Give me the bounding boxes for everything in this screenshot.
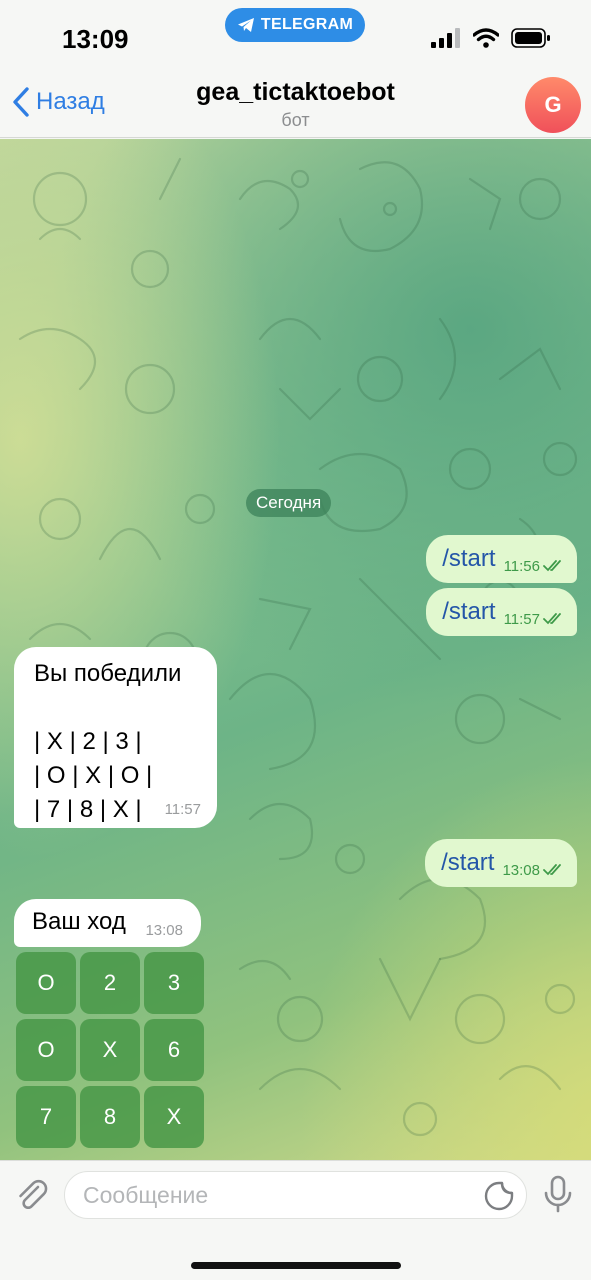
status-time: 13:09 <box>62 24 129 54</box>
message-time: 11:57 <box>164 801 201 818</box>
keyboard-button-2[interactable]: 2 <box>80 952 140 1014</box>
telegram-pill[interactable]: TELEGRAM <box>225 8 365 42</box>
chevron-left-icon <box>13 87 29 117</box>
message-meta: 11:57 <box>504 611 565 628</box>
chat-header: gea_tictaktoebot бот Назад G <box>0 70 591 138</box>
chat-area[interactable]: Сегодня /start 11:56 /start 11:57 Вы поб… <box>0 139 591 1160</box>
keyboard-button-8[interactable]: 8 <box>80 1086 140 1148</box>
message-time: 11:57 <box>503 610 540 628</box>
wifi-icon <box>473 28 499 48</box>
outgoing-message[interactable]: /start 11:56 <box>426 535 577 583</box>
message-meta: 13:08 <box>502 862 565 879</box>
outgoing-message[interactable]: /start 11:57 <box>426 588 577 636</box>
message-time: 11:56 <box>503 557 540 575</box>
double-check-icon <box>543 560 561 572</box>
telegram-icon <box>237 18 254 32</box>
microphone-icon <box>544 1175 572 1213</box>
message-time: 13:08 <box>502 861 540 879</box>
message-text[interactable]: /start <box>442 598 495 626</box>
inline-keyboard: O 2 3 O X 6 7 8 X <box>16 952 204 1148</box>
sticker-button[interactable] <box>484 1181 514 1216</box>
telegram-pill-label: TELEGRAM <box>260 16 354 33</box>
keyboard-button-1[interactable]: O <box>16 952 76 1014</box>
outgoing-message[interactable]: /start 13:08 <box>425 839 577 887</box>
back-button[interactable]: Назад <box>12 86 105 118</box>
back-button-label: Назад <box>36 88 105 115</box>
battery-icon <box>511 28 550 48</box>
avatar[interactable]: G <box>525 77 581 133</box>
paperclip-icon <box>19 1179 48 1210</box>
incoming-message[interactable]: Вы победили | X | 2 | 3 | | O | X | O | … <box>14 647 217 828</box>
system-icons <box>431 28 551 48</box>
message-input[interactable] <box>64 1171 527 1219</box>
keyboard-button-9[interactable]: X <box>144 1086 204 1148</box>
voice-button[interactable] <box>542 1175 574 1220</box>
keyboard-button-3[interactable]: 3 <box>144 952 204 1014</box>
home-indicator[interactable] <box>191 1262 401 1269</box>
message-time: 13:08 <box>145 922 183 939</box>
message-meta: 11:56 <box>504 558 565 575</box>
double-check-icon <box>543 864 561 876</box>
keyboard-button-4[interactable]: O <box>16 1019 76 1081</box>
keyboard-button-6[interactable]: 6 <box>144 1019 204 1081</box>
status-bar: 13:09 TELEGRAM <box>0 0 591 70</box>
signal-icon <box>431 28 460 48</box>
keyboard-button-7[interactable]: 7 <box>16 1086 76 1148</box>
incoming-message[interactable]: Ваш ход 13:08 <box>14 899 201 947</box>
keyboard-button-5[interactable]: X <box>80 1019 140 1081</box>
date-separator: Сегодня <box>246 489 332 517</box>
sticker-icon <box>484 1181 514 1211</box>
double-check-icon <box>543 613 561 625</box>
message-text[interactable]: /start <box>442 545 495 573</box>
attach-button[interactable] <box>14 1177 50 1218</box>
message-text[interactable]: /start <box>441 849 494 877</box>
